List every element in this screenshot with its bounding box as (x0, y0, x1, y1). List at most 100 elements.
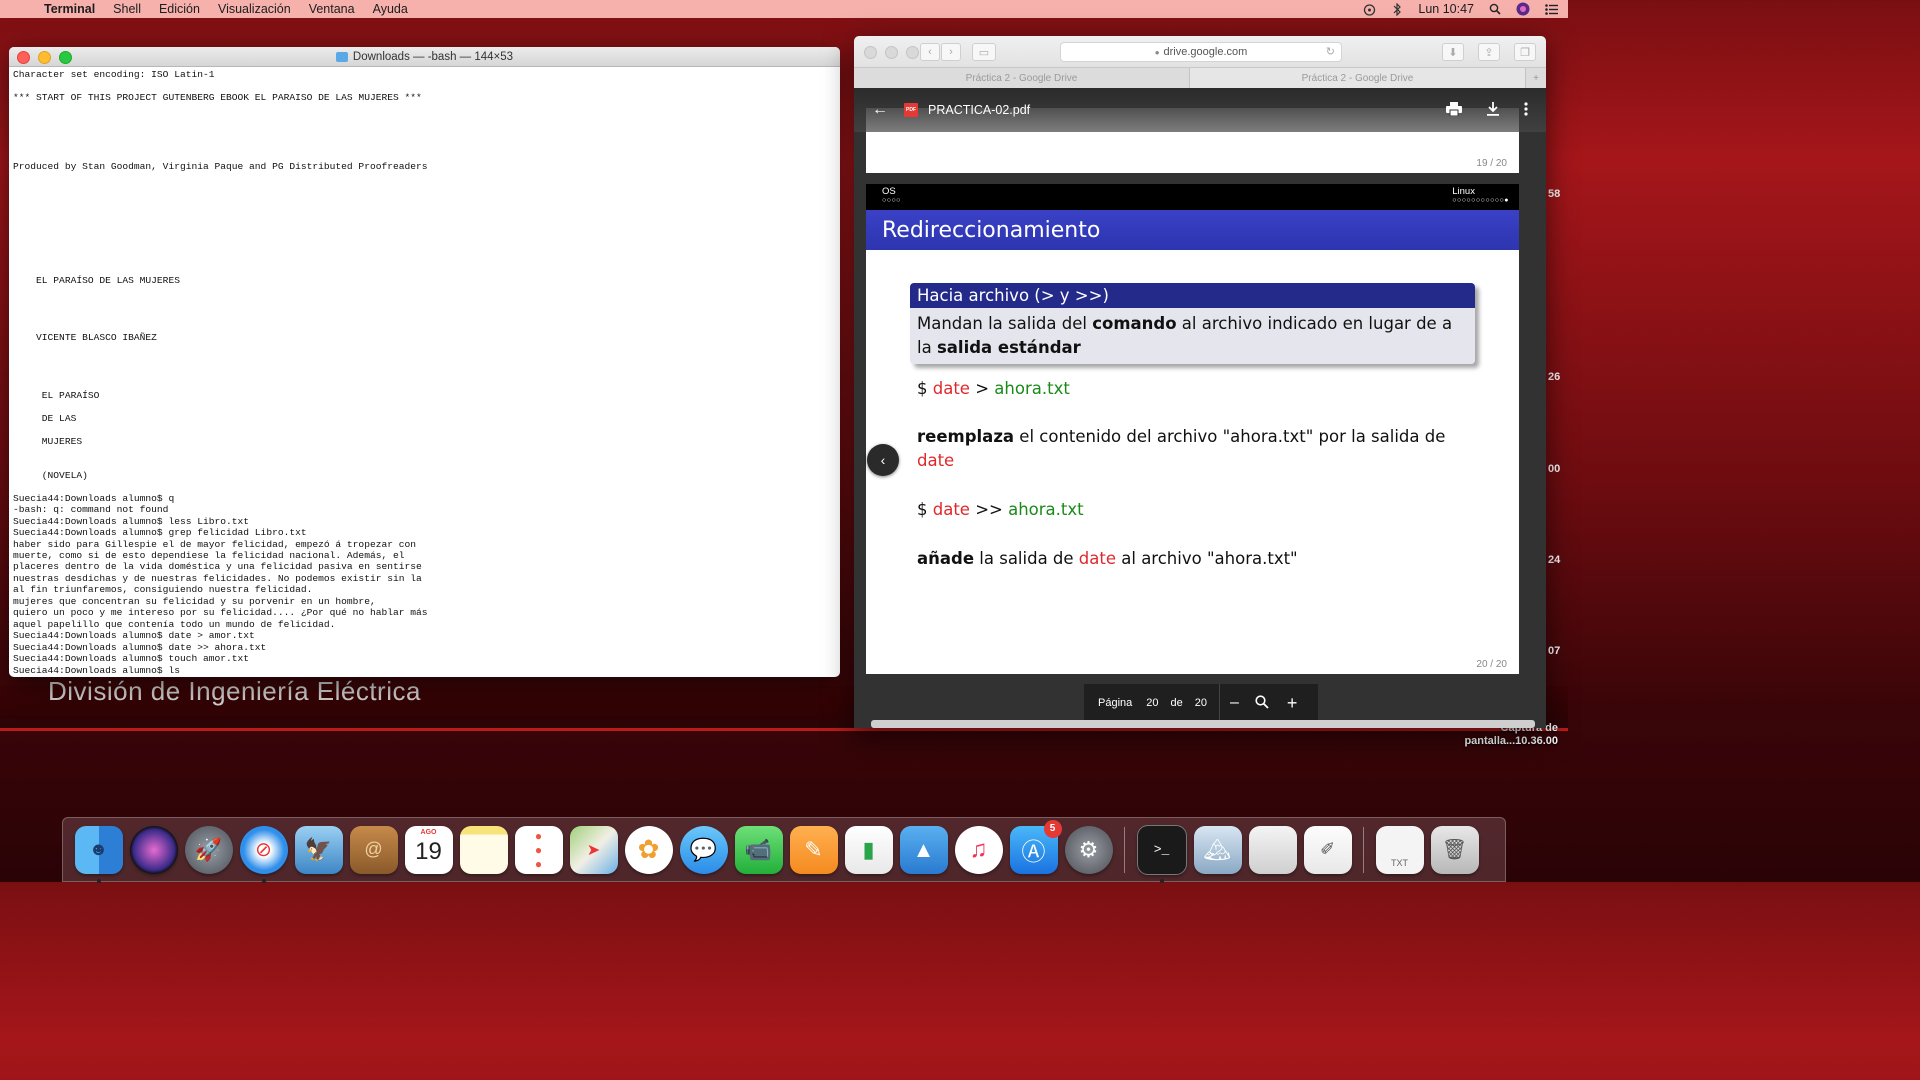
reload-icon[interactable]: ↻ (1326, 45, 1335, 58)
menu-item-visualizacion[interactable]: Visualización (218, 2, 291, 16)
contacts-icon[interactable]: @ (349, 825, 398, 874)
terminal-window: Downloads — -bash — 144×53 Character set… (9, 47, 840, 677)
bg-side-number: 00 (1548, 463, 1561, 475)
address-bar[interactable]: ● drive.google.com ↻ (1060, 42, 1342, 62)
prompt: $ (917, 379, 933, 398)
dock: ☻ 🚀 ⊘ 🦅 @ AGO 19 ● ● ● ➤ ✿ 💬 📹 ✎ ▮ ▲ ♫ Ⓐ 5 … (62, 817, 1506, 883)
terminal-icon[interactable]: >_ (1136, 824, 1187, 883)
menu-app-name[interactable]: Terminal (44, 2, 95, 16)
share-icon[interactable]: ⇪ (1478, 43, 1500, 61)
command: date (932, 379, 970, 398)
music-icon[interactable]: ♫ (954, 825, 1003, 874)
numbers-icon[interactable]: ▮ (844, 825, 893, 874)
appstore-icon[interactable]: Ⓐ 5 (1009, 819, 1062, 874)
zoom-button[interactable] (59, 51, 72, 64)
pdf-file-icon: PDF (904, 103, 918, 117)
nav-section-os[interactable]: OS (882, 186, 901, 197)
trash-icon[interactable]: 🗑 (1430, 825, 1479, 874)
maps-icon[interactable]: ➤ (569, 825, 618, 874)
menu-item-ayuda[interactable]: Ayuda (373, 2, 408, 16)
download-icon[interactable] (1486, 102, 1500, 119)
zoom-in-icon[interactable]: + (1287, 693, 1298, 714)
description-2: añade la salida de date al archivo "ahor… (917, 547, 1477, 571)
description-1: reemplaza el contenido del archivo "ahor… (917, 425, 1477, 473)
back-button[interactable]: ‹ (920, 43, 940, 61)
bold-text: añade (917, 549, 975, 568)
launchpad-icon[interactable]: 🚀 (184, 825, 233, 874)
close-button[interactable] (864, 46, 877, 59)
forward-button[interactable]: › (941, 43, 961, 61)
close-button[interactable] (17, 51, 30, 64)
url-text: drive.google.com (1163, 46, 1248, 58)
menu-bar: Terminal Shell Edición Visualización Ven… (0, 0, 1568, 18)
page-total: 20 (1194, 697, 1208, 709)
system-preferences-icon[interactable]: ⚙ (1064, 825, 1113, 874)
divider (1219, 684, 1221, 722)
spotlight-search-icon[interactable] (1488, 2, 1502, 16)
command: date (932, 500, 970, 519)
mail-icon[interactable]: 🦅 (294, 825, 343, 874)
page-label: Página (1098, 697, 1133, 709)
safari-icon[interactable]: ⊘ (239, 825, 288, 883)
photos-icon[interactable]: ✿ (624, 825, 673, 874)
filename: ahora.txt (1008, 500, 1084, 519)
print-icon[interactable] (1446, 102, 1462, 119)
siri-menu-icon[interactable] (1516, 2, 1530, 16)
txt-file-icon[interactable]: TXT (1375, 825, 1424, 874)
mouse-status-icon[interactable] (1362, 2, 1376, 16)
terminal-output[interactable]: Character set encoding: ISO Latin-1 *** … (9, 67, 840, 677)
tab-bar: Práctica 2 - Google Drive Práctica 2 - G… (854, 67, 1546, 89)
preview-icon[interactable]: 🏔 (1193, 825, 1242, 874)
pages-icon[interactable]: ✎ (789, 825, 838, 874)
sidebar-toggle-icon[interactable]: ▭ (972, 43, 996, 61)
bold-text: reemplaza (917, 427, 1015, 446)
facetime-icon[interactable]: 📹 (734, 825, 783, 874)
page-current-input[interactable]: 20 (1146, 697, 1158, 709)
nav-dots: ○○○○○○○○○○○● (1452, 197, 1509, 204)
zoom-out-icon[interactable]: – (1230, 694, 1239, 712)
prompt: $ (917, 500, 933, 519)
slide-block: Hacia archivo (> y >>) Mandan la salida … (910, 283, 1475, 364)
arrow-back-icon[interactable]: ← (872, 101, 888, 119)
previous-page-button[interactable]: ‹ (867, 444, 899, 476)
slide-title: Redireccionamiento (866, 210, 1519, 250)
calendar-icon[interactable]: AGO 19 (404, 825, 453, 874)
new-tab-button[interactable]: + (1526, 68, 1546, 88)
menu-clock[interactable]: Lun 10:47 (1418, 2, 1474, 16)
document-icon[interactable] (1248, 825, 1297, 874)
bluetooth-icon[interactable] (1390, 2, 1404, 16)
folder-icon (335, 51, 348, 62)
pdf-viewer: ← PDF PRACTICA-02.pdf 19 / 20 OS ○○○○ Li… (854, 88, 1546, 728)
reminders-icon[interactable]: ● ● ● (514, 825, 563, 874)
downloads-icon[interactable]: ⬇ (1442, 43, 1464, 61)
operator: >> (969, 500, 1009, 519)
command-line-1: $ date > ahora.txt (917, 377, 1477, 401)
tab-drive-2[interactable]: Práctica 2 - Google Drive (1190, 68, 1526, 88)
horizontal-scrollbar[interactable] (871, 720, 1535, 728)
terminal-titlebar[interactable]: Downloads — -bash — 144×53 (9, 47, 840, 67)
more-options-icon[interactable] (1524, 102, 1528, 119)
siri-icon[interactable] (129, 825, 178, 874)
text: la salida de (974, 549, 1079, 568)
tab-drive-1[interactable]: Práctica 2 - Google Drive (854, 68, 1190, 88)
file-name: PRACTICA-02.pdf (928, 103, 1031, 117)
zoom-icon[interactable] (1255, 694, 1269, 712)
slide-navigation: OS ○○○○ Linux ○○○○○○○○○○○● (866, 184, 1519, 210)
notes-icon[interactable] (459, 825, 508, 874)
bold-text: salida estándar (936, 338, 1081, 357)
pdf-page-current: OS ○○○○ Linux ○○○○○○○○○○○● Redireccionamie… (866, 184, 1519, 674)
menu-item-ventana[interactable]: Ventana (309, 2, 355, 16)
notification-center-icon[interactable] (1544, 2, 1558, 16)
keynote-icon[interactable]: ▲ (899, 825, 948, 874)
finder-icon[interactable]: ☻ (74, 825, 123, 883)
zoom-button[interactable] (906, 46, 919, 59)
menu-item-shell[interactable]: Shell (113, 2, 141, 16)
bold-text: comando (1092, 314, 1177, 333)
tabs-overview-icon[interactable]: ❐ (1514, 43, 1536, 61)
textedit-icon[interactable]: ✐ (1303, 825, 1352, 874)
menu-item-edicion[interactable]: Edición (159, 2, 200, 16)
minimize-button[interactable] (38, 51, 51, 64)
nav-section-linux[interactable]: Linux (1452, 186, 1509, 197)
minimize-button[interactable] (885, 46, 898, 59)
messages-icon[interactable]: 💬 (679, 825, 728, 874)
